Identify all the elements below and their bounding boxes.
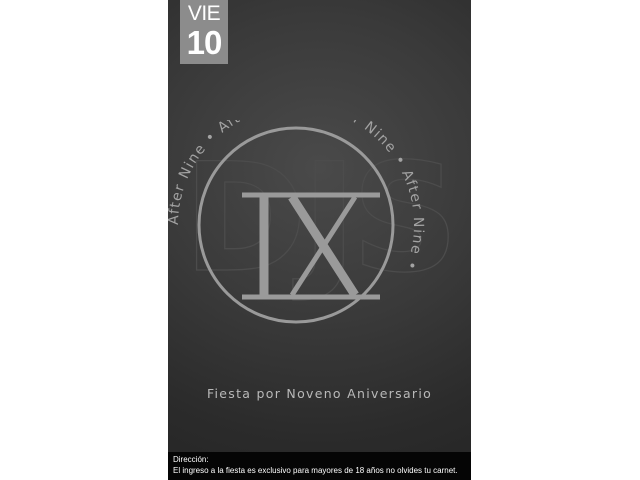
date-weekday: VIE [187,2,221,25]
footer-info: Dirección: El ingreso a la fiesta es exc… [168,452,471,480]
event-subtitle: Fiesta por Noveno Aniversario [206,386,433,401]
event-poster: VIE 10 DJS After Nine • After Nine • Aft… [168,0,471,480]
date-day: 10 [186,24,223,61]
address-label: Dirección: [173,455,209,464]
date-badge: VIE 10 [180,0,228,64]
after-nine-emblem: DJS After Nine • After Nine • After Nine… [168,120,460,324]
age-notice: El ingreso a la fiesta es exclusivo para… [173,466,458,475]
